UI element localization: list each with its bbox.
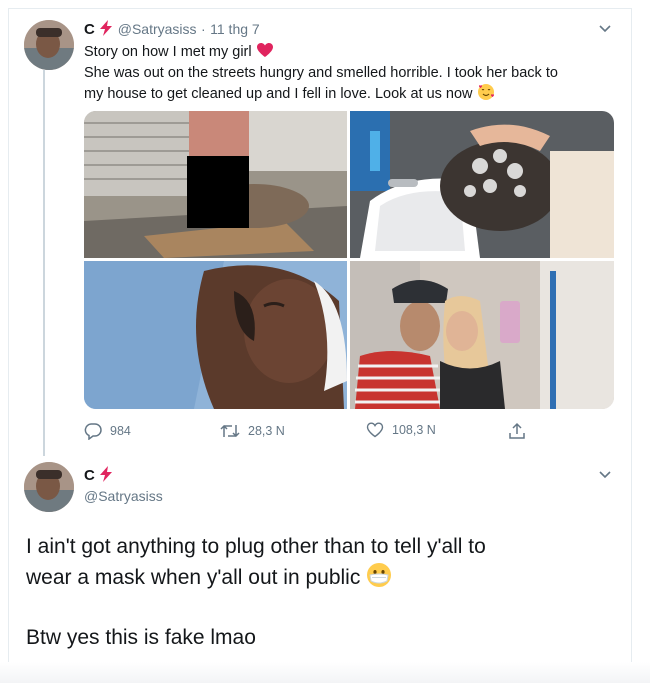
like-count: 108,3 N	[392, 423, 436, 437]
photo-selfie-man[interactable]	[84, 261, 347, 409]
smiling-face-hearts-icon	[477, 83, 495, 107]
tweet-line: Story on how I met my girl	[84, 44, 252, 60]
avatar[interactable]	[24, 20, 74, 70]
avatar[interactable]	[24, 462, 74, 512]
tweet-header: C @Satryasiss · 11 thg 7	[84, 20, 260, 41]
user-handle[interactable]: @Satryasiss	[84, 488, 163, 504]
user-handle[interactable]: @Satryasiss	[118, 21, 197, 37]
chevron-down-icon[interactable]	[598, 22, 612, 37]
tweet-text-line: wear a mask when y'all out in public	[26, 561, 606, 598]
tweet-text-line: I ain't got anything to plug other than …	[26, 535, 486, 558]
bottom-edge	[0, 662, 650, 683]
separator-dot: ·	[201, 21, 206, 37]
photo-street[interactable]	[84, 111, 347, 258]
display-name[interactable]: C	[84, 467, 95, 484]
display-name[interactable]: C	[84, 21, 95, 38]
reply-action[interactable]: 984	[84, 422, 131, 440]
like-icon[interactable]	[366, 422, 384, 438]
like-action[interactable]: 108,3 N	[366, 422, 436, 438]
reply-count: 984	[110, 424, 131, 438]
reply-icon[interactable]	[84, 422, 102, 440]
tweet-date[interactable]: 11 thg 7	[210, 21, 260, 37]
thread-line	[43, 70, 45, 456]
tweet-text-line: Btw yes this is fake lmao	[26, 626, 256, 649]
share-icon[interactable]	[508, 422, 526, 440]
tweet-text-line-content: wear a mask when y'all out in public	[26, 566, 361, 589]
retweet-action[interactable]: 28,3 N	[220, 422, 285, 440]
tweet-text: Story on how I met my girl She was out o…	[84, 42, 614, 107]
tweet-header: C	[84, 466, 113, 487]
retweet-count: 28,3 N	[248, 424, 285, 438]
photo-couple[interactable]	[350, 261, 614, 409]
tweet-line: She was out on the streets hungry and sm…	[84, 65, 558, 81]
photo-hair-wash[interactable]	[350, 111, 614, 258]
media-grid	[84, 111, 614, 409]
share-action[interactable]	[508, 422, 526, 440]
retweet-icon[interactable]	[220, 422, 240, 440]
tweet-line: my house to get cleaned up and I fell in…	[84, 86, 473, 102]
chevron-down-icon[interactable]	[598, 468, 612, 483]
heart-emoji-icon	[256, 42, 274, 64]
lightning-icon	[99, 20, 113, 41]
lightning-icon	[99, 466, 113, 487]
mask-face-icon	[366, 562, 392, 598]
